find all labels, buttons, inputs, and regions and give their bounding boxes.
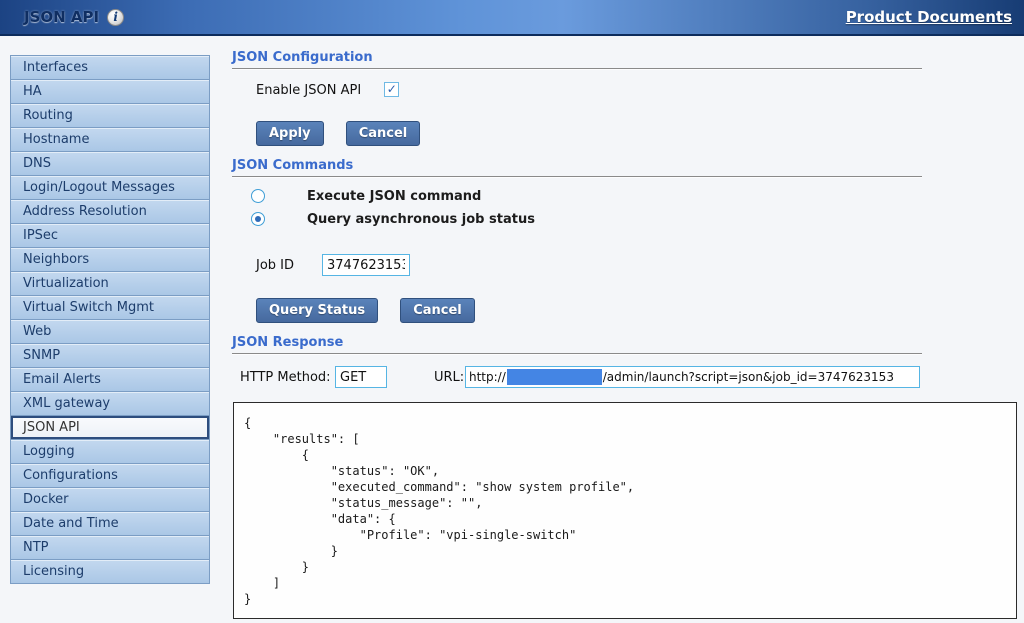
enable-json-label: Enable JSON API: [256, 83, 361, 98]
query-status-button[interactable]: Query Status: [256, 298, 378, 323]
sidebar-item-web[interactable]: Web: [11, 320, 209, 344]
query-job-status-label: Query asynchronous job status: [307, 212, 535, 227]
radio-row-query: Query asynchronous job status: [232, 210, 535, 228]
sidebar-item-login-logout-messages[interactable]: Login/Logout Messages: [11, 176, 209, 200]
section-title-json-commands: JSON Commands: [232, 158, 353, 173]
sidebar-item-licensing[interactable]: Licensing: [11, 560, 209, 584]
sidebar-item-dns[interactable]: DNS: [11, 152, 209, 176]
http-method-label: HTTP Method:: [240, 370, 331, 385]
sidebar-item-date-and-time[interactable]: Date and Time: [11, 512, 209, 536]
sidebar-item-interfaces[interactable]: Interfaces: [11, 56, 209, 80]
sidebar-item-xml-gateway[interactable]: XML gateway: [11, 392, 209, 416]
section-rule: [232, 68, 922, 69]
sidebar-item-routing[interactable]: Routing: [11, 104, 209, 128]
job-id-label: Job ID: [256, 258, 294, 273]
json-response-body[interactable]: { "results": [ { "status": "OK", "execut…: [233, 402, 1017, 619]
sidebar-item-ipsec[interactable]: IPSec: [11, 224, 209, 248]
sidebar-item-configurations[interactable]: Configurations: [11, 464, 209, 488]
cancel-button[interactable]: Cancel: [346, 121, 421, 146]
section-title-json-response: JSON Response: [232, 335, 343, 350]
cancel-query-button[interactable]: Cancel: [400, 298, 475, 323]
sidebar-item-neighbors[interactable]: Neighbors: [11, 248, 209, 272]
sidebar-item-email-alerts[interactable]: Email Alerts: [11, 368, 209, 392]
url-host-redaction: [507, 369, 602, 385]
product-documents-link[interactable]: Product Documents: [846, 8, 1012, 26]
http-method-input[interactable]: [335, 366, 387, 388]
page-title-text: JSON API: [24, 8, 99, 26]
configuration-buttons: Apply Cancel: [256, 121, 420, 146]
enable-json-row: Enable JSON API ✓: [256, 79, 399, 98]
sidebar-item-virtual-switch-mgmt[interactable]: Virtual Switch Mgmt: [11, 296, 209, 320]
sidebar-item-virtualization[interactable]: Virtualization: [11, 272, 209, 296]
commands-buttons: Query Status Cancel: [256, 298, 475, 323]
query-job-status-radio[interactable]: [251, 212, 265, 226]
sidebar-item-snmp[interactable]: SNMP: [11, 344, 209, 368]
page-title: JSON API i: [24, 8, 124, 26]
header-bar: JSON API i Product Documents: [0, 0, 1024, 36]
url-label: URL:: [434, 366, 464, 390]
url-prefix-text: http://: [469, 370, 506, 384]
enable-json-checkbox[interactable]: ✓: [384, 82, 399, 97]
url-suffix-text: /admin/launch?script=json&job_id=3747623…: [603, 370, 894, 384]
sidebar-item-hostname[interactable]: Hostname: [11, 128, 209, 152]
http-url-row: HTTP Method: URL: http:// /admin/launch?…: [240, 366, 960, 390]
info-icon[interactable]: i: [107, 9, 124, 26]
execute-json-radio[interactable]: [251, 189, 265, 203]
section-title-json-configuration: JSON Configuration: [232, 50, 373, 65]
sidebar: InterfacesHARoutingHostnameDNSLogin/Logo…: [10, 55, 210, 584]
sidebar-item-ha[interactable]: HA: [11, 80, 209, 104]
apply-button[interactable]: Apply: [256, 121, 324, 146]
url-input[interactable]: http:// /admin/launch?script=json&job_id…: [465, 366, 920, 388]
sidebar-item-address-resolution[interactable]: Address Resolution: [11, 200, 209, 224]
sidebar-item-ntp[interactable]: NTP: [11, 536, 209, 560]
section-rule: [232, 353, 922, 354]
sidebar-item-docker[interactable]: Docker: [11, 488, 209, 512]
main-content: JSON Configuration Enable JSON API ✓ App…: [232, 36, 1018, 623]
sidebar-item-logging[interactable]: Logging: [11, 440, 209, 464]
execute-json-label: Execute JSON command: [307, 189, 481, 204]
job-id-row: Job ID: [256, 254, 656, 278]
job-id-input[interactable]: [322, 254, 410, 276]
sidebar-item-json-api[interactable]: JSON API: [11, 416, 209, 440]
radio-row-execute: Execute JSON command: [232, 187, 481, 205]
section-rule: [232, 176, 922, 177]
